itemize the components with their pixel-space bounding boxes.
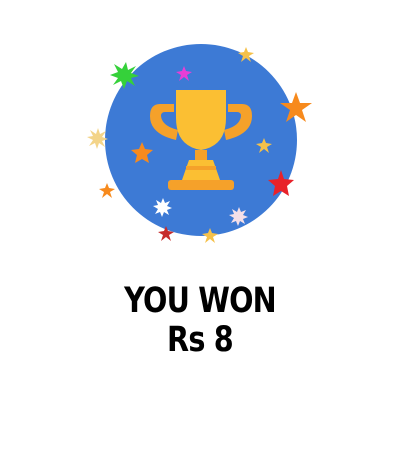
reward-message: YOU WON Rs 8 bbox=[36, 282, 364, 360]
reward-amount: Rs 8 bbox=[167, 320, 234, 360]
trophy-badge-illustration bbox=[87, 44, 312, 243]
reward-headline: YOU WON bbox=[124, 281, 277, 321]
